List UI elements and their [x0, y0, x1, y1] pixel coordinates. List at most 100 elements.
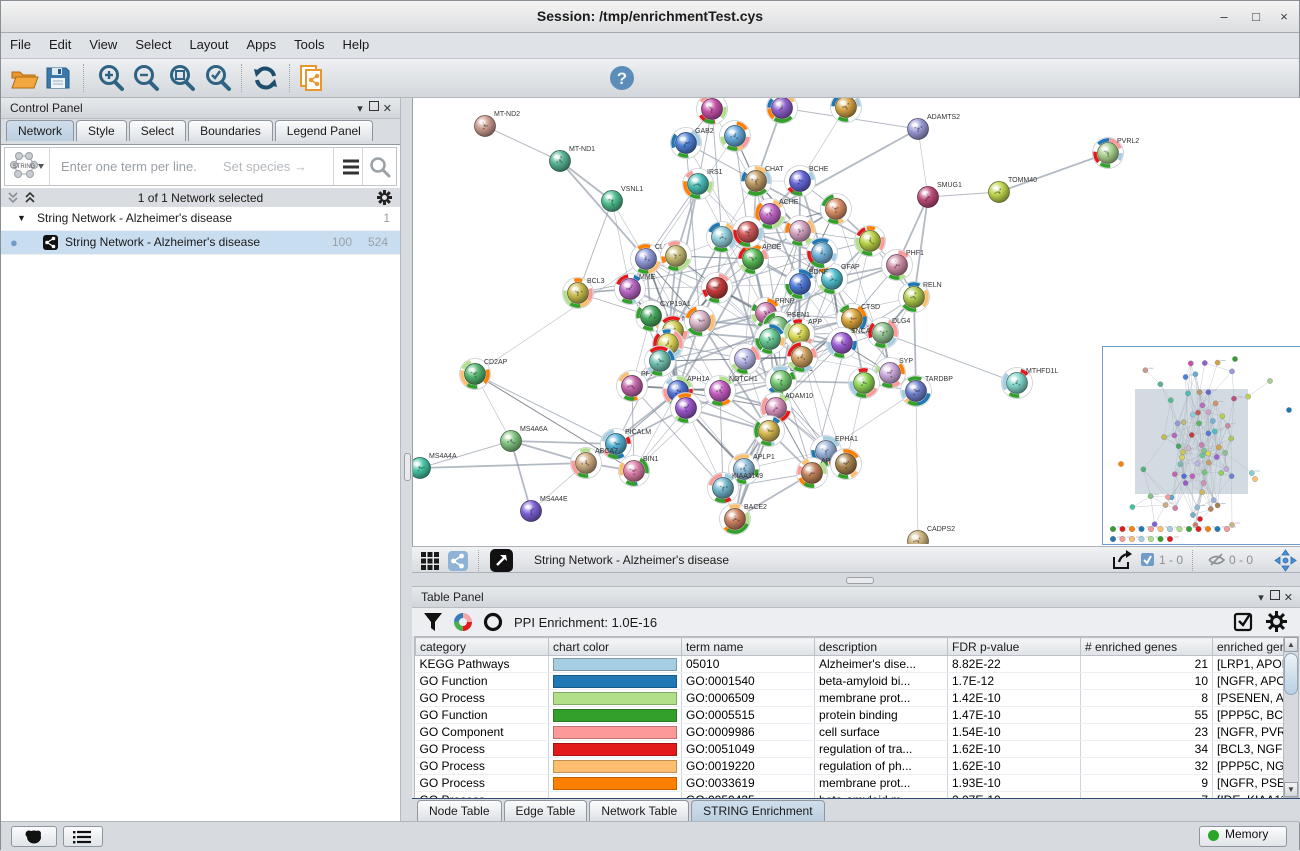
- vertical-splitter[interactable]: [401, 98, 412, 821]
- protein-node[interactable]: [831, 98, 862, 123]
- protein-node-mt-nd2[interactable]: MT-ND2: [475, 111, 521, 137]
- select-columns-icon[interactable]: [1233, 611, 1255, 638]
- scroll-up-button[interactable]: ▲: [1284, 637, 1298, 652]
- protein-node-bin1[interactable]: BIN1: [619, 456, 659, 487]
- protein-node[interactable]: [671, 393, 702, 424]
- protein-node-irs1[interactable]: IRS1: [683, 169, 723, 200]
- protein-node[interactable]: [645, 346, 676, 377]
- memory-button[interactable]: Memory: [1199, 826, 1287, 847]
- minimize-button[interactable]: –: [1211, 7, 1237, 27]
- protein-node[interactable]: [849, 368, 880, 399]
- protein-node-bcl3[interactable]: BCL3: [563, 278, 605, 309]
- protein-node[interactable]: [755, 324, 786, 355]
- panel-menu-icon[interactable]: ▾: [1258, 592, 1266, 604]
- table-row[interactable]: GO ProcessGO:0019220regulation of ph...1…: [416, 758, 1300, 775]
- menu-tools[interactable]: Tools: [285, 33, 333, 52]
- table-row[interactable]: GO ProcessGO:0051049regulation of tra...…: [416, 741, 1300, 758]
- collapse-triangle-icon[interactable]: ▼: [17, 207, 26, 230]
- remove-chart-ring-icon[interactable]: [482, 611, 504, 638]
- protein-node[interactable]: [702, 273, 733, 304]
- menu-view[interactable]: View: [80, 33, 126, 52]
- filter-icon[interactable]: [422, 611, 444, 638]
- close-button[interactable]: ×: [1271, 7, 1297, 27]
- column-header-category[interactable]: category: [416, 638, 549, 656]
- protein-node[interactable]: [685, 306, 716, 337]
- protein-node-pvrl2[interactable]: PVRL2: [1093, 138, 1140, 169]
- protein-node-mt-nd1[interactable]: MT-ND1: [550, 146, 596, 172]
- help-icon[interactable]: ?: [609, 65, 639, 95]
- protein-node[interactable]: [697, 98, 728, 125]
- column-header-description[interactable]: description: [815, 638, 948, 656]
- table-row[interactable]: GO ComponentGO:0009986cell surface1.54E-…: [416, 724, 1300, 741]
- panel-menu-icon[interactable]: ▾: [357, 103, 365, 115]
- query-placeholder[interactable]: Enter one term per line.: [61, 159, 197, 174]
- protein-node[interactable]: [767, 98, 798, 124]
- zoom-fit-icon[interactable]: [167, 63, 197, 93]
- zoom-in-icon[interactable]: [96, 63, 126, 93]
- protein-node-mthfd1l[interactable]: MTHFD1L: [1002, 368, 1059, 399]
- table-row[interactable]: GO FunctionGO:0005515protein binding1.47…: [416, 707, 1300, 724]
- tab-node-table[interactable]: Node Table: [417, 800, 502, 821]
- protein-node-cd2ap[interactable]: CD2AP: [460, 359, 508, 390]
- table-row[interactable]: GO ProcessGO:0033619membrane prot...1.93…: [416, 775, 1300, 792]
- column-header-term-name[interactable]: term name: [682, 638, 815, 656]
- protein-node-reln[interactable]: RELN: [899, 282, 942, 313]
- tab-boundaries[interactable]: Boundaries: [188, 120, 273, 141]
- menu-layout[interactable]: Layout: [180, 33, 237, 52]
- tab-string-enrichment[interactable]: STRING Enrichment: [691, 800, 824, 821]
- column-header-chart-color[interactable]: chart color: [549, 638, 682, 656]
- tab-network[interactable]: Network: [6, 120, 74, 141]
- protein-node-tardbp[interactable]: TARDBP: [901, 376, 954, 407]
- menu-apps[interactable]: Apps: [238, 33, 286, 52]
- protein-node[interactable]: [807, 238, 838, 269]
- float-panel-icon[interactable]: [1270, 590, 1280, 600]
- tab-legend-panel[interactable]: Legend Panel: [275, 120, 373, 141]
- run-query-search-icon[interactable]: [368, 156, 392, 185]
- string-protein-query-dropdown[interactable]: STRING: [5, 148, 50, 185]
- protein-node-tomm40[interactable]: TOMM40: [989, 177, 1038, 203]
- protein-node[interactable]: [730, 344, 761, 375]
- tab-style[interactable]: Style: [76, 120, 127, 141]
- species-placeholder[interactable]: Set species →: [223, 159, 307, 174]
- protein-node-bace2[interactable]: BACE2: [720, 504, 768, 535]
- protein-node-vsnl1[interactable]: VSNL1: [602, 186, 644, 212]
- list-view-button[interactable]: [63, 826, 103, 847]
- birds-eye-view[interactable]: [1102, 346, 1300, 545]
- close-panel-icon[interactable]: ✕: [383, 103, 394, 115]
- protein-node[interactable]: [707, 222, 738, 253]
- scroll-down-button[interactable]: ▼: [1284, 782, 1298, 797]
- table-row[interactable]: GO FunctionGO:0001540beta-amyloid bi...1…: [416, 673, 1300, 690]
- query-options-icon[interactable]: [340, 156, 362, 183]
- horizontal-splitter[interactable]: [412, 573, 1300, 586]
- open-file-icon[interactable]: [9, 63, 39, 93]
- column-header-#-enriched-genes[interactable]: # enriched genes: [1081, 638, 1213, 656]
- network-options-gear-icon[interactable]: [377, 190, 392, 208]
- table-row[interactable]: KEGG Pathways05010Alzheimer's dise...8.8…: [416, 656, 1300, 673]
- scrollbar-thumb[interactable]: [1284, 653, 1298, 695]
- refresh-icon[interactable]: [251, 63, 281, 93]
- protein-node[interactable]: [831, 449, 862, 480]
- network-row[interactable]: ● String Network - Alzheimer's disease 1…: [1, 231, 400, 255]
- protein-node[interactable]: [720, 121, 751, 152]
- protein-node[interactable]: [855, 226, 886, 257]
- menu-edit[interactable]: Edit: [40, 33, 80, 52]
- menu-help[interactable]: Help: [334, 33, 379, 52]
- protein-node[interactable]: [821, 194, 852, 225]
- float-panel-icon[interactable]: [369, 101, 379, 111]
- protein-node[interactable]: [787, 342, 818, 373]
- protein-node[interactable]: [733, 217, 764, 248]
- settings-gear-icon[interactable]: [1266, 611, 1287, 637]
- protein-node-ms4a6a[interactable]: MS4A6A: [501, 426, 548, 452]
- menu-file[interactable]: File: [1, 33, 40, 52]
- tab-edge-table[interactable]: Edge Table: [504, 800, 588, 821]
- splitter-handle[interactable]: [404, 453, 411, 481]
- splitter-handle[interactable]: [846, 577, 874, 584]
- protein-node[interactable]: [754, 416, 785, 447]
- zoom-selected-icon[interactable]: [203, 63, 233, 93]
- network-canvas[interactable]: MT-ND2MT-ND1VSNL1GAB2IRS1CHATBCHEACHEADA…: [412, 98, 1300, 546]
- enrichment-chart-icon[interactable]: [452, 611, 474, 638]
- network-from-file-icon[interactable]: [297, 63, 327, 93]
- protein-node-kiaa1149[interactable]: KIAA1149: [708, 473, 764, 504]
- collection-row[interactable]: ▼ String Network - Alzheimer's disease 1: [1, 207, 400, 231]
- protein-node-adamts2[interactable]: ADAMTS2: [908, 114, 961, 140]
